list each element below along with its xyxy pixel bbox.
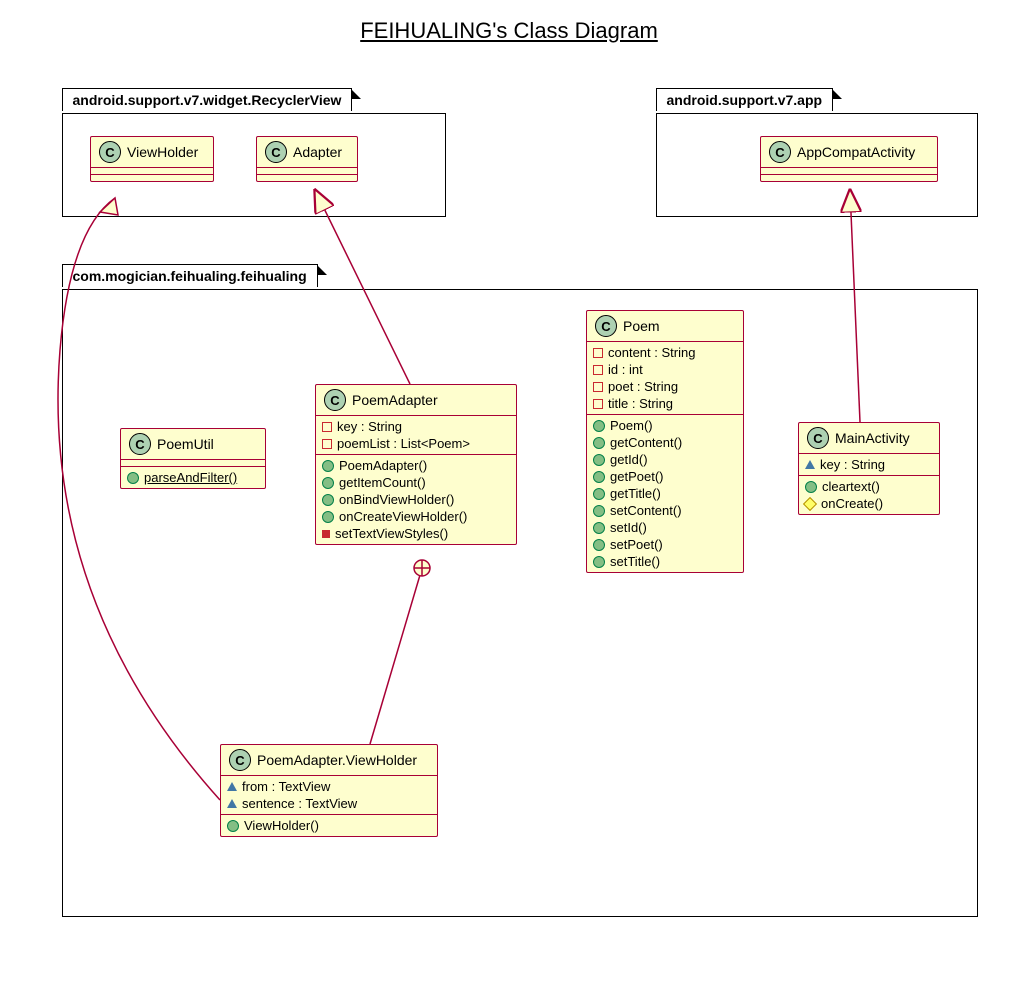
class-pavh-name: PoemAdapter.ViewHolder <box>257 752 417 768</box>
class-icon: C <box>324 389 346 411</box>
class-mainactivity-name: MainActivity <box>835 430 910 446</box>
attr: id : int <box>593 361 737 378</box>
class-appcompatactivity-name: AppCompatActivity <box>797 144 915 160</box>
attr-key: key : String <box>322 418 510 435</box>
method-parseandfilter: parseAndFilter() <box>127 469 259 486</box>
class-icon: C <box>99 141 121 163</box>
class-adapter-name: Adapter <box>293 144 342 160</box>
attr: content : String <box>593 344 737 361</box>
class-poemadapter-name: PoemAdapter <box>352 392 438 408</box>
class-mainactivity: C MainActivity key : String cleartext() o… <box>798 422 940 515</box>
attr: key : String <box>805 456 933 473</box>
class-icon: C <box>595 315 617 337</box>
diagram-title: FEIHUALING's Class Diagram <box>0 18 1018 44</box>
class-icon: C <box>129 433 151 455</box>
method: getPoet() <box>593 468 737 485</box>
attr: sentence : TextView <box>227 795 431 812</box>
method: getTitle() <box>593 485 737 502</box>
method: ViewHolder() <box>227 817 431 834</box>
method: Poem() <box>593 417 737 434</box>
attr: from : TextView <box>227 778 431 795</box>
attr: poet : String <box>593 378 737 395</box>
method: onBindViewHolder() <box>322 491 510 508</box>
method: onCreateViewHolder() <box>322 508 510 525</box>
class-viewholder-name: ViewHolder <box>127 144 198 160</box>
package-feihualing: com.mogician.feihualing.feihualing <box>62 289 978 917</box>
method: setTitle() <box>593 553 737 570</box>
attr-poemlist: poemList : List<Poem> <box>322 435 510 452</box>
method: setPoet() <box>593 536 737 553</box>
package-feihualing-label: com.mogician.feihualing.feihualing <box>62 264 318 287</box>
class-icon: C <box>769 141 791 163</box>
package-v7app-label: android.support.v7.app <box>656 88 834 111</box>
class-icon: C <box>265 141 287 163</box>
class-poem: C Poem content : String id : int poet : S… <box>586 310 744 573</box>
class-viewholder: C ViewHolder <box>90 136 214 182</box>
method: setId() <box>593 519 737 536</box>
method: cleartext() <box>805 478 933 495</box>
method: getContent() <box>593 434 737 451</box>
attr: title : String <box>593 395 737 412</box>
class-appcompatactivity: C AppCompatActivity <box>760 136 938 182</box>
method: setTextViewStyles() <box>322 525 510 542</box>
class-icon: C <box>229 749 251 771</box>
class-poemadapter-viewholder: CPoemAdapter.ViewHolder from : TextView … <box>220 744 438 837</box>
class-adapter: C Adapter <box>256 136 358 182</box>
class-poemadapter: C PoemAdapter key : String poemList : Lis… <box>315 384 517 545</box>
class-icon: C <box>807 427 829 449</box>
method: setContent() <box>593 502 737 519</box>
package-recyclerview-label: android.support.v7.widget.RecyclerView <box>62 88 353 111</box>
class-poemutil-name: PoemUtil <box>157 436 214 452</box>
class-poemutil: C PoemUtil parseAndFilter() <box>120 428 266 489</box>
method: PoemAdapter() <box>322 457 510 474</box>
method: getItemCount() <box>322 474 510 491</box>
method: getId() <box>593 451 737 468</box>
method: onCreate() <box>805 495 933 512</box>
class-poem-name: Poem <box>623 318 660 334</box>
